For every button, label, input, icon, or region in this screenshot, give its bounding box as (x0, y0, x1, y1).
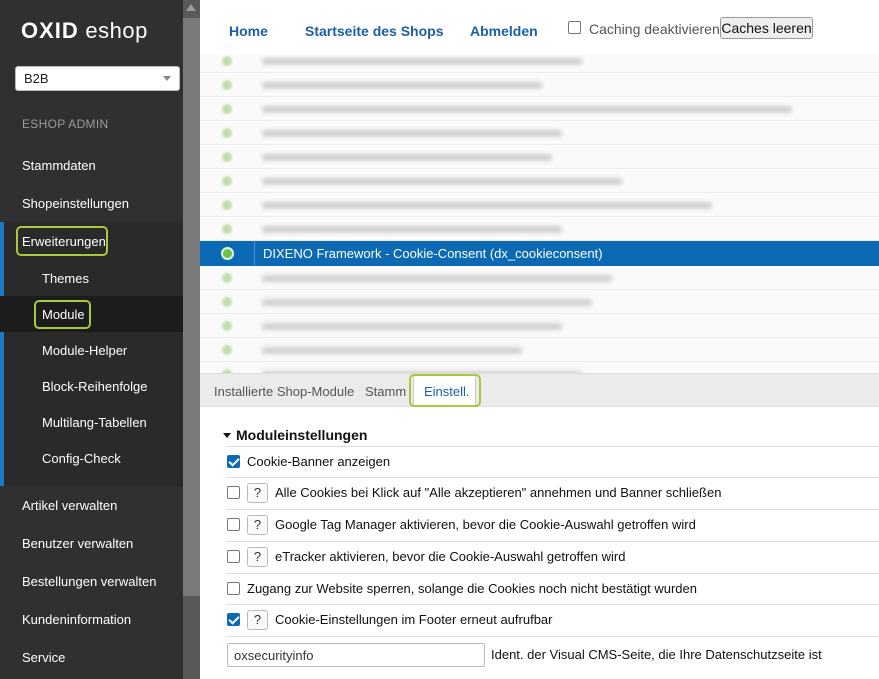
nav-sub-themes[interactable]: Themes (42, 271, 200, 286)
status-icon (222, 128, 232, 138)
blurred-text (262, 106, 792, 113)
lock-website-checkbox[interactable] (227, 582, 240, 595)
blurred-text (262, 58, 582, 65)
shop-select[interactable]: B2B (15, 66, 180, 91)
help-button[interactable]: ? (247, 547, 268, 567)
nav-sub-config-check[interactable]: Config-Check (42, 451, 200, 466)
chevron-down-icon (163, 76, 171, 81)
nav-sub-block-reihenfolge[interactable]: Block-Reihenfolge (42, 379, 200, 394)
module-row[interactable] (200, 217, 879, 241)
nav-item-kundeninformation[interactable]: Kundeninformation (22, 612, 200, 627)
blurred-text (262, 130, 562, 137)
accept-all-checkbox[interactable] (227, 486, 240, 499)
status-icon (222, 321, 232, 331)
help-button[interactable]: ? (247, 610, 268, 630)
etracker-checkbox[interactable] (227, 550, 240, 563)
divider (226, 477, 879, 478)
gtm-checkbox[interactable] (227, 518, 240, 531)
blurred-text (262, 299, 592, 306)
footer-link-checkbox[interactable] (227, 613, 240, 626)
divider (226, 446, 879, 447)
cookie-banner-checkbox[interactable] (227, 455, 240, 468)
module-list[interactable] (200, 55, 879, 373)
module-row[interactable] (200, 145, 879, 169)
module-row[interactable] (200, 169, 879, 193)
clear-caches-button[interactable]: Caches leeren (720, 17, 813, 39)
module-row[interactable] (200, 362, 879, 373)
cms-ident-label: Ident. der Visual CMS-Seite, die Ihre Da… (491, 647, 822, 662)
status-icon (222, 273, 232, 283)
divider (226, 509, 879, 510)
divider (226, 573, 879, 574)
status-icon (222, 104, 232, 114)
sidebar: OXID eshop B2B ESHOP ADMIN Stammdaten Sh… (0, 0, 200, 679)
caching-label: Caching deaktivieren (589, 21, 720, 37)
module-row[interactable] (200, 338, 879, 362)
blurred-text (262, 82, 542, 89)
module-row[interactable] (200, 97, 879, 121)
highlight-module (34, 300, 91, 329)
logout-link[interactable]: Abmelden (470, 23, 538, 39)
blurred-text (262, 347, 522, 354)
blurred-text (262, 323, 562, 330)
module-row-selected[interactable]: DIXENO Framework - Cookie-Consent (dx_co… (200, 241, 879, 266)
module-name: DIXENO Framework - Cookie-Consent (dx_co… (263, 246, 603, 261)
nav-item-service[interactable]: Service (22, 650, 200, 665)
module-row[interactable] (200, 193, 879, 217)
blurred-text (262, 154, 552, 161)
status-icon (222, 200, 232, 210)
status-icon (222, 56, 232, 66)
caching-checkbox[interactable] (568, 21, 581, 34)
blurred-text (262, 178, 622, 185)
module-row[interactable] (200, 121, 879, 145)
status-icon (222, 152, 232, 162)
sidebar-scrollbar-thumb[interactable] (183, 18, 200, 596)
highlight-erweiterungen (16, 226, 108, 256)
divider (226, 636, 879, 637)
help-button[interactable]: ? (247, 515, 268, 535)
divider (226, 541, 879, 542)
settings-heading[interactable]: Moduleinstellungen (223, 427, 367, 443)
cms-ident-input[interactable] (227, 643, 485, 667)
module-row[interactable] (200, 55, 879, 73)
nav-sub-multilang-tabellen[interactable]: Multilang-Tabellen (42, 415, 200, 430)
status-icon (222, 176, 232, 186)
shop-start-link[interactable]: Startseite des Shops (305, 23, 444, 39)
status-icon (222, 80, 232, 90)
nav-item-benutzer-verwalten[interactable]: Benutzer verwalten (22, 536, 200, 551)
eshop-admin-title: ESHOP ADMIN (22, 117, 109, 131)
nav-item-stammdaten[interactable]: Stammdaten (22, 158, 200, 173)
divider (226, 604, 879, 605)
tab-stamm[interactable]: Stamm (365, 384, 406, 399)
oxid-logo[interactable]: OXID eshop (21, 18, 148, 44)
blurred-text (262, 226, 562, 233)
module-row[interactable] (200, 290, 879, 314)
status-icon (222, 224, 232, 234)
status-icon (222, 297, 232, 307)
collapse-triangle-icon (223, 433, 231, 438)
nav-sub-module-helper[interactable]: Module-Helper (42, 343, 200, 358)
tab-bar: Installierte Shop-Module Stamm Einstell. (200, 373, 879, 407)
module-row[interactable] (200, 314, 879, 338)
active-status-icon (221, 247, 234, 260)
help-button[interactable]: ? (247, 483, 268, 503)
column-divider (254, 241, 255, 266)
nav-item-bestellungen-verwalten[interactable]: Bestellungen verwalten (22, 574, 200, 589)
blurred-text (262, 202, 712, 209)
nav-item-artikel-verwalten[interactable]: Artikel verwalten (22, 498, 200, 513)
submenu-accent-bar (0, 222, 4, 486)
nav-item-shopeinstellungen[interactable]: Shopeinstellungen (22, 196, 200, 211)
highlight-tab-einstellungen (409, 374, 481, 407)
scroll-up-arrow-icon[interactable] (186, 4, 196, 11)
blurred-text (262, 275, 612, 282)
tab-installed-modules[interactable]: Installierte Shop-Module (214, 384, 354, 399)
module-row[interactable] (200, 73, 879, 97)
module-settings-panel: Moduleinstellungen Cookie-Banner anzeige… (200, 407, 879, 679)
home-link[interactable]: Home (229, 23, 268, 39)
status-icon (222, 345, 232, 355)
module-row[interactable] (200, 266, 879, 290)
